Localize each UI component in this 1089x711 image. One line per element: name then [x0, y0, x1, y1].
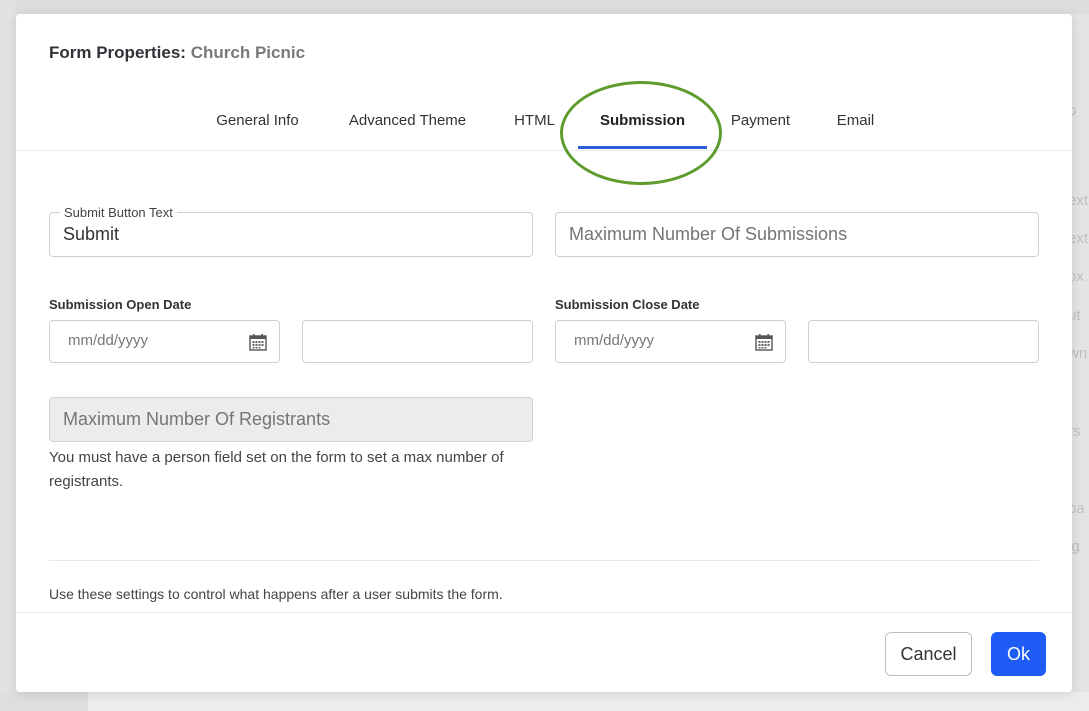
close-date-label: Submission Close Date: [555, 297, 700, 312]
max-registrants-help: You must have a person field set on the …: [49, 449, 504, 490]
modal-title: Form Properties: Church Picnic: [49, 43, 305, 63]
tab-submission[interactable]: Submission: [578, 108, 707, 150]
close-time-input[interactable]: [809, 321, 1038, 362]
close-date-input[interactable]: [556, 321, 785, 361]
cancel-button[interactable]: Cancel: [885, 632, 972, 676]
backdrop-left: [0, 0, 16, 711]
open-date-label: Submission Open Date: [49, 297, 192, 312]
close-date-field[interactable]: [555, 320, 786, 363]
close-time-field[interactable]: [808, 320, 1039, 363]
tab-general-info[interactable]: General Info: [213, 108, 302, 150]
calendar-icon[interactable]: [755, 333, 773, 351]
submit-button-text-field[interactable]: Submit Button Text: [49, 205, 533, 257]
tab-html[interactable]: HTML: [513, 108, 556, 150]
open-time-field[interactable]: [302, 320, 533, 363]
ok-button[interactable]: Ok: [991, 632, 1046, 676]
max-registrants-input: [50, 398, 532, 441]
section-divider: [49, 560, 1039, 561]
calendar-icon[interactable]: [249, 333, 267, 351]
max-registrants-field: [49, 397, 533, 442]
modal-footer: Cancel Ok: [16, 612, 1072, 692]
tab-payment[interactable]: Payment: [728, 108, 793, 150]
tab-bar: General Info Advanced Theme HTML Submiss…: [16, 108, 1072, 151]
form-name: Church Picnic: [190, 43, 306, 62]
tab-email[interactable]: Email: [835, 108, 876, 150]
backdrop: [0, 0, 1089, 14]
tab-advanced-theme[interactable]: Advanced Theme: [345, 108, 470, 150]
submit-button-text-label: Submit Button Text: [60, 205, 177, 220]
modal-title-prefix: Form Properties:: [49, 43, 186, 62]
form-properties-modal: Form Properties: Church Picnic General I…: [16, 14, 1072, 692]
open-date-field[interactable]: [49, 320, 280, 363]
open-date-input[interactable]: [50, 321, 279, 361]
after-submit-note: Use these settings to control what happe…: [49, 586, 503, 602]
max-submissions-input[interactable]: [556, 213, 1038, 256]
max-submissions-field[interactable]: [555, 212, 1039, 257]
open-time-input[interactable]: [303, 321, 532, 362]
backdrop-bottom-panel: [88, 692, 1089, 711]
